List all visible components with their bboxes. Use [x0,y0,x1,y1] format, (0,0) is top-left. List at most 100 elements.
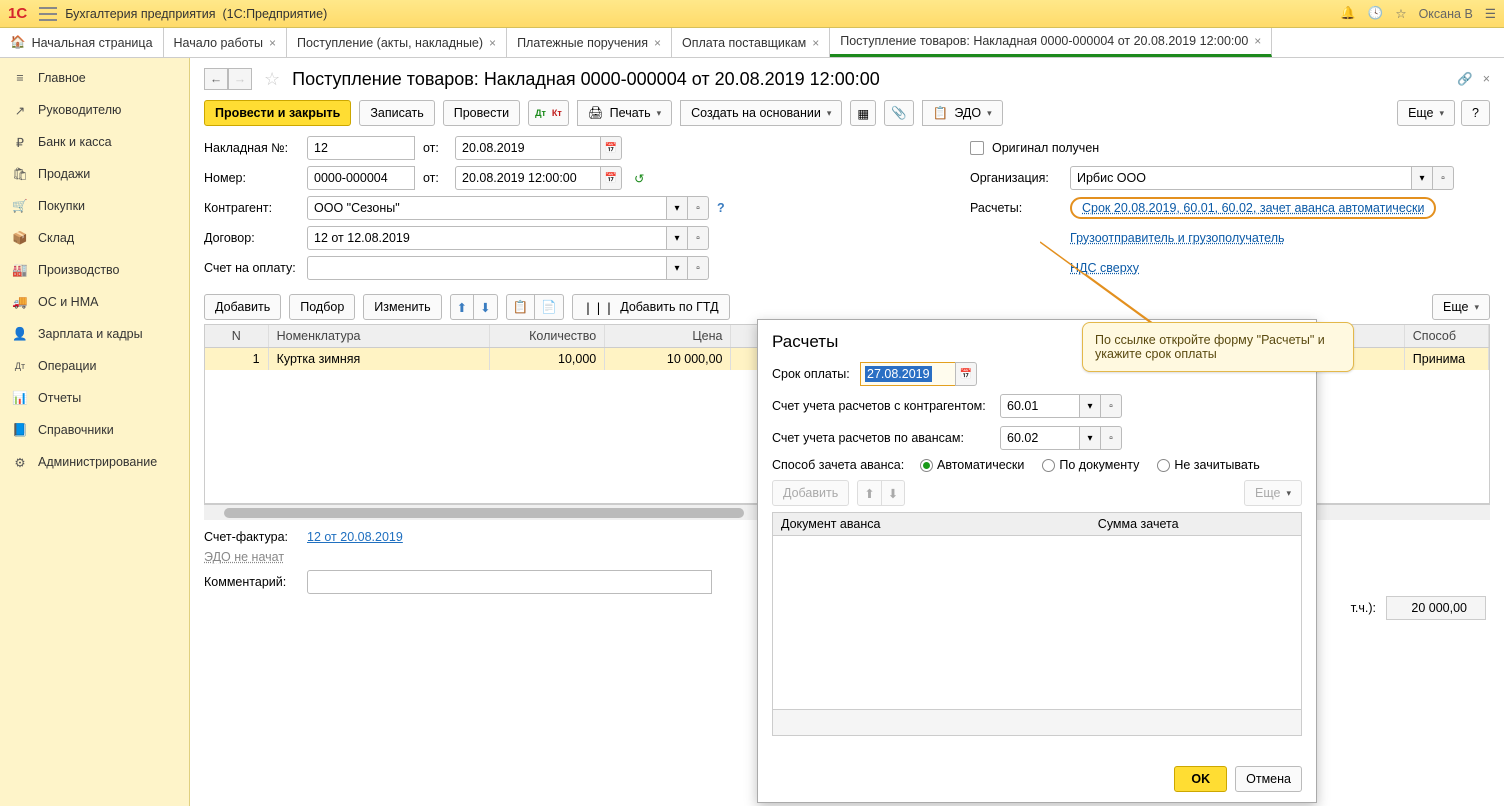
add-row-button[interactable]: Добавить [204,294,281,320]
sidebar-item-operations[interactable]: ДтОперации [0,350,189,382]
favorite-star-icon[interactable]: ☆ [264,69,280,90]
post-and-close-button[interactable]: Провести и закрыть [204,100,351,126]
dropdown-icon[interactable]: ▾ [666,256,688,280]
structure-button[interactable]: ▦ [850,100,876,126]
refresh-icon[interactable]: ↺ [634,171,644,186]
sidebar-item-warehouse[interactable]: 📦Склад [0,222,189,254]
acc2-input[interactable] [1000,426,1080,450]
post-button[interactable]: Провести [443,100,520,126]
table-more-button[interactable]: Еще▾ [1432,294,1490,320]
counterparty-input[interactable] [307,196,667,220]
contract-input[interactable] [307,226,667,250]
forward-button[interactable]: → [228,68,252,90]
dropdown-icon[interactable]: ▾ [1079,426,1101,450]
open-icon[interactable]: ▫ [687,256,709,280]
original-received-checkbox[interactable] [970,141,984,155]
paste-button[interactable]: 📄 [534,294,564,320]
close-icon[interactable]: × [1254,34,1261,48]
copy-button[interactable]: 📋 [506,294,536,320]
more-button[interactable]: Еще▾ [1397,100,1455,126]
history-icon[interactable]: 🕓 [1368,6,1384,21]
close-icon[interactable]: × [812,36,819,50]
close-page-icon[interactable]: × [1483,72,1490,86]
move-down-button[interactable]: ⬇ [473,294,497,320]
popup-ok-button[interactable]: OK [1174,766,1227,792]
sidebar-item-main[interactable]: ≡Главное [0,62,189,94]
open-icon[interactable]: ▫ [687,226,709,250]
radio-none[interactable]: Не зачитывать [1157,458,1259,472]
dropdown-icon[interactable]: ▾ [1079,394,1101,418]
col-price[interactable]: Цена [605,325,731,348]
col-qty[interactable]: Количество [489,325,605,348]
edo-button[interactable]: 📋ЭДО▾ [922,100,1003,126]
invoice-fact-link[interactable]: 12 от 20.08.2019 [307,530,403,544]
invoice-date-input[interactable] [455,136,601,160]
due-date-input[interactable]: 27.08.2019 [860,362,956,386]
invoice-no-input[interactable] [307,136,415,160]
user-label[interactable]: Оксана В [1419,7,1473,21]
hamburger-icon[interactable] [39,7,57,21]
sidebar-item-assets[interactable]: 🚚ОС и НМА [0,286,189,318]
popup-more-button[interactable]: Еще▾ [1244,480,1302,506]
move-up-button[interactable]: ⬆ [450,294,474,320]
col-nomenclature[interactable]: Номенклатура [268,325,489,348]
bell-icon[interactable]: 🔔 [1340,6,1356,21]
org-input[interactable] [1070,166,1412,190]
star-icon[interactable]: ☆ [1395,6,1406,21]
back-button[interactable]: ← [204,68,228,90]
comment-input[interactable] [307,570,712,594]
sidebar-item-purchases[interactable]: 🛒Покупки [0,190,189,222]
open-icon[interactable]: ▫ [1432,166,1454,190]
record-button[interactable]: Записать [359,100,434,126]
popup-move-up[interactable]: ⬆ [857,480,881,506]
dropdown-icon[interactable]: ▾ [666,196,688,220]
sidebar-item-reports[interactable]: 📊Отчеты [0,382,189,414]
link-icon[interactable]: 🔗 [1457,72,1473,87]
attachment-button[interactable]: 📎 [884,100,914,126]
acc1-input[interactable] [1000,394,1080,418]
sidebar-item-sales[interactable]: 🛍Продажи [0,158,189,190]
calcs-link[interactable]: Срок 20.08.2019, 60.01, 60.02, зачет ава… [1082,201,1424,215]
open-icon[interactable]: ▫ [1100,426,1122,450]
tab-0[interactable]: Начало работы× [164,28,288,57]
radio-by-doc[interactable]: По документу [1042,458,1139,472]
vat-link[interactable]: НДС сверху [1070,261,1139,275]
col-advance-sum[interactable]: Сумма зачета [1090,513,1301,536]
popup-cancel-button[interactable]: Отмена [1235,766,1302,792]
sidebar-item-production[interactable]: 🏭Производство [0,254,189,286]
number-input[interactable] [307,166,415,190]
close-icon[interactable]: × [489,36,496,50]
edo-status-link[interactable]: ЭДО не начат [204,550,284,564]
sidebar-item-refs[interactable]: 📘Справочники [0,414,189,446]
counterparty-help[interactable]: ? [717,201,725,215]
radio-auto[interactable]: Автоматически [920,458,1024,472]
create-based-button[interactable]: Создать на основании▾ [680,100,842,126]
select-button[interactable]: Подбор [289,294,355,320]
open-icon[interactable]: ▫ [687,196,709,220]
dropdown-icon[interactable]: ☰ [1485,6,1496,21]
tab-3[interactable]: Оплата поставщикам× [672,28,830,57]
tab-4[interactable]: Поступление товаров: Накладная 0000-0000… [830,28,1272,57]
close-icon[interactable]: × [654,36,661,50]
popup-add-button[interactable]: Добавить [772,480,849,506]
popup-move-down[interactable]: ⬇ [881,480,905,506]
sidebar-item-manager[interactable]: ↗Руководителю [0,94,189,126]
col-method[interactable]: Способ [1404,325,1488,348]
calendar-icon[interactable]: 📅 [600,136,622,160]
add-gtd-button[interactable]: ❘❘❘Добавить по ГТД [572,294,730,320]
sidebar-item-bank[interactable]: ₽Банк и касса [0,126,189,158]
print-button[interactable]: 🖨Печать▾ [577,100,672,126]
col-n[interactable]: N [205,325,268,348]
dropdown-icon[interactable]: ▾ [666,226,688,250]
close-icon[interactable]: × [269,36,276,50]
help-button[interactable]: ? [1461,100,1490,126]
open-icon[interactable]: ▫ [1100,394,1122,418]
calendar-icon[interactable]: 📅 [955,362,977,386]
col-advance-doc[interactable]: Документ аванса [773,513,1090,536]
datetime-input[interactable] [455,166,601,190]
shipper-link[interactable]: Грузоотправитель и грузополучатель [1070,231,1285,245]
sidebar-item-admin[interactable]: ⚙Администрирование [0,446,189,478]
dropdown-icon[interactable]: ▾ [1411,166,1433,190]
sidebar-item-payroll[interactable]: 👤Зарплата и кадры [0,318,189,350]
payment-account-input[interactable] [307,256,667,280]
